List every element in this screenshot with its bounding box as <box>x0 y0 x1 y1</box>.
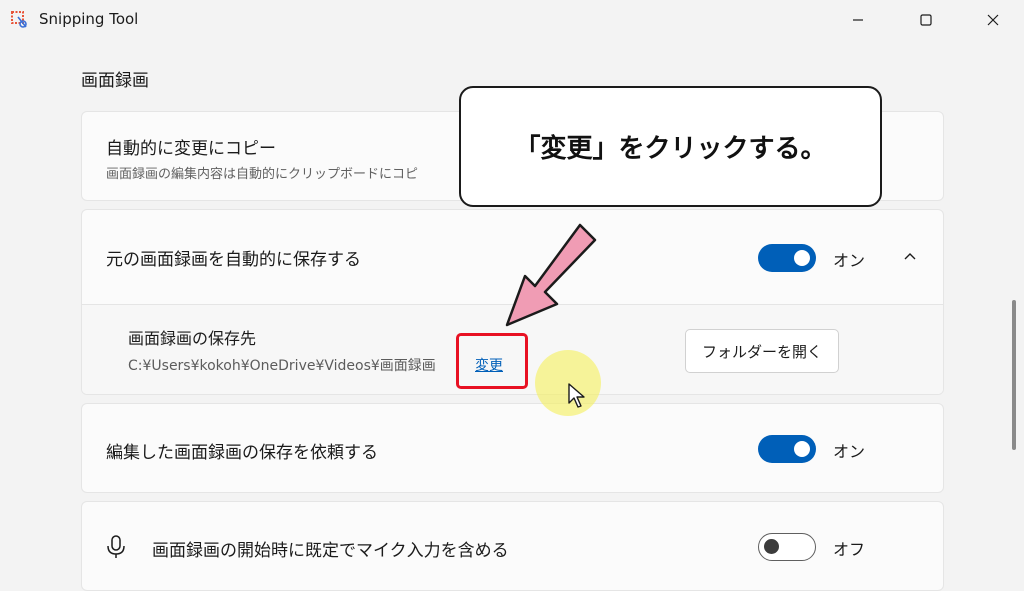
include-mic-toggle-label: オフ <box>833 540 866 559</box>
include-mic-title: 画面録画の開始時に既定でマイク入力を含める <box>152 541 509 561</box>
ask-save-edited-title: 編集した画面録画の保存を依頼する <box>106 443 378 463</box>
microphone-icon <box>107 535 125 558</box>
minimize-icon <box>853 19 863 21</box>
instruction-callout: 「変更」をクリックする。 <box>459 86 882 207</box>
maximize-button[interactable] <box>903 0 949 40</box>
snipping-tool-icon <box>11 11 27 28</box>
section-title: 画面録画 <box>81 71 149 91</box>
close-button[interactable] <box>970 0 1016 40</box>
auto-save-original-title: 元の画面録画を自動的に保存する <box>106 250 361 270</box>
ask-save-edited-toggle[interactable] <box>758 435 816 463</box>
copy-changes-title: 自動的に変更にコピー <box>106 139 276 159</box>
copy-changes-description: 画面録画の編集内容は自動的にクリップボードにコピ <box>106 167 419 182</box>
toggle-knob <box>794 250 810 266</box>
save-location-path: C:¥Users¥kokoh¥OneDrive¥Videos¥画面録画 <box>128 358 436 374</box>
save-location-label: 画面録画の保存先 <box>128 329 257 348</box>
open-folder-button[interactable]: フォルダーを開く <box>685 329 839 373</box>
maximize-icon <box>920 14 932 26</box>
scrollbar[interactable] <box>1012 300 1016 450</box>
ask-save-edited-setting[interactable]: 編集した画面録画の保存を依頼する オン <box>81 403 944 493</box>
toggle-knob <box>764 539 779 554</box>
toggle-knob <box>794 441 810 457</box>
title-bar: Snipping Tool <box>0 0 1024 40</box>
close-icon <box>987 14 999 26</box>
pointer-cursor-icon <box>568 383 585 408</box>
include-mic-setting[interactable]: 画面録画の開始時に既定でマイク入力を含める オフ <box>81 501 944 591</box>
minimize-button[interactable] <box>835 0 881 40</box>
chevron-up-icon[interactable] <box>901 248 919 266</box>
change-link-highlight <box>456 333 528 389</box>
ask-save-edited-toggle-label: オン <box>833 442 866 461</box>
auto-save-original-toggle[interactable] <box>758 244 816 272</box>
auto-save-original-toggle-label: オン <box>833 251 866 270</box>
window-title: Snipping Tool <box>39 10 139 28</box>
include-mic-toggle[interactable] <box>758 533 816 561</box>
pink-arrow-icon <box>505 223 597 327</box>
